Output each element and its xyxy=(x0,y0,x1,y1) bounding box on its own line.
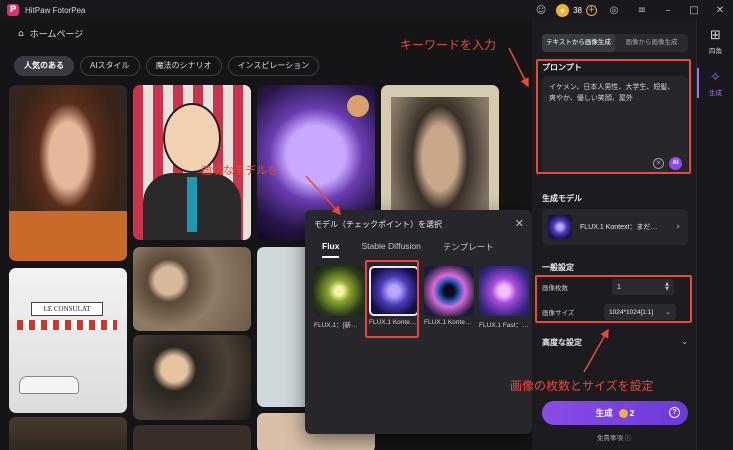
category-tabs: 人気のある AIスタイル 魔法のシナリオ インスピレーション xyxy=(14,56,325,76)
category-ai-style[interactable]: AIスタイル xyxy=(80,56,140,76)
app-window: P HitPaw FotorPea ☺ ● 38 + ◎ ≡ – □ ✕ ⌂ ホ… xyxy=(0,0,733,450)
disclaimer-link[interactable]: 免責事項 ⓘ xyxy=(532,432,696,442)
category-inspiration[interactable]: インスピレーション xyxy=(227,56,320,76)
rail-item-grid[interactable]: ⊞ 四角 xyxy=(697,28,733,55)
coin-count: 38 xyxy=(573,5,582,15)
model-list: FLUX.1：[新… FLUX.1 Konte… FLUX.1 Konte… F… xyxy=(314,266,534,329)
gallery-image[interactable] xyxy=(133,425,251,450)
prompt-highlight-box xyxy=(536,59,691,174)
planet-shape xyxy=(347,95,369,117)
menu-button[interactable]: ≡ xyxy=(629,5,655,16)
maximize-button[interactable]: □ xyxy=(681,5,707,16)
title-bar: P HitPaw FotorPea ☺ ● 38 + ◎ ≡ – □ ✕ xyxy=(0,0,733,20)
selected-model-thumbnail xyxy=(548,215,572,239)
arrow-to-prompt xyxy=(508,47,529,88)
settings-highlight-box xyxy=(535,275,692,323)
model-thumbnail xyxy=(314,266,364,316)
model-card-flux-kontext[interactable]: FLUX.1 Konte… xyxy=(424,266,474,329)
model-label: FLUX.1 Fast：… xyxy=(479,322,529,329)
minimize-button[interactable]: – xyxy=(655,5,681,16)
model-section-label: 生成モデル xyxy=(542,194,582,203)
user-icon[interactable]: ◎ xyxy=(607,3,621,17)
dialog-tabs: Flux Stable Diffusion テンプレート xyxy=(322,241,516,258)
right-rail: ⊞ 四角 ✧ 生成 xyxy=(696,20,733,450)
title-bar-controls: ☺ ● 38 + ◎ ≡ – □ ✕ xyxy=(534,0,733,20)
coin-icon: ● xyxy=(556,3,570,17)
model-highlight-box xyxy=(365,260,419,338)
home-icon: ⌂ xyxy=(18,28,24,39)
home-label: ホームページ xyxy=(29,29,84,39)
grid-icon: ⊞ xyxy=(710,28,721,43)
model-card-flux-1[interactable]: FLUX.1：[新… xyxy=(314,266,364,329)
category-magic-scenario[interactable]: 魔法のシナリオ xyxy=(145,56,222,76)
cafe-sign: LE CONSULAT xyxy=(31,302,103,316)
annotation-settings: 画像の枚数とサイズを設定 xyxy=(510,379,654,393)
model-label: FLUX.1：[新… xyxy=(314,322,358,329)
tab-image-to-image[interactable]: 画像から画像生成 xyxy=(615,34,688,52)
rail-label: 四角 xyxy=(709,48,722,55)
cafe-awning xyxy=(17,320,117,330)
gallery-image-cafe-sketch[interactable]: LE CONSULAT xyxy=(9,268,127,413)
app-title: HitPaw FotorPea xyxy=(25,5,86,15)
tab-flux[interactable]: Flux xyxy=(322,241,340,258)
help-icon[interactable]: ? xyxy=(669,407,680,418)
general-settings-label: 一般設定 xyxy=(542,263,574,272)
generate-label: 生成 xyxy=(595,408,613,418)
gallery-image-vintage-couple[interactable] xyxy=(133,247,251,331)
model-selector[interactable]: FLUX.1 Kontext：まだ… › xyxy=(542,209,688,245)
gallery-image[interactable] xyxy=(9,417,127,450)
mode-tabs: テキストから画像生成 画像から画像生成 xyxy=(542,34,688,52)
model-card-flux-fast[interactable]: FLUX.1 Fast：… xyxy=(479,266,529,329)
annotation-model: 適切なモデルを xyxy=(201,165,278,177)
dialog-title: モデル（チェックポイント）を選択 xyxy=(314,220,442,229)
app-logo-icon: P xyxy=(7,4,19,16)
dialog-close-icon[interactable]: ✕ xyxy=(515,217,524,230)
annotation-keyword: キーワードを入力 xyxy=(400,38,497,52)
tab-stable-diffusion[interactable]: Stable Diffusion xyxy=(361,241,420,258)
chevron-right-icon: › xyxy=(676,222,680,232)
model-thumbnail xyxy=(479,266,529,316)
model-thumbnail xyxy=(424,266,474,316)
gallery-image-woman-portrait[interactable] xyxy=(9,85,127,261)
advanced-settings-label: 高度な設定 xyxy=(542,338,582,347)
cartoon-tie xyxy=(187,177,197,232)
chevron-down-icon: ⌄ xyxy=(681,337,688,346)
car-shape xyxy=(19,376,79,394)
selected-model-name: FLUX.1 Kontext：まだ… xyxy=(580,224,658,231)
gallery-image-restored-couple[interactable] xyxy=(133,335,251,420)
coin-icon xyxy=(618,408,628,418)
breadcrumb[interactable]: ⌂ ホームページ xyxy=(18,27,83,40)
sparkle-icon: ✧ xyxy=(710,70,721,85)
generate-cost: 2 xyxy=(629,408,635,418)
category-popular[interactable]: 人気のある xyxy=(14,56,74,76)
rail-item-generate[interactable]: ✧ 生成 xyxy=(697,70,733,97)
advanced-settings-toggle[interactable]: 高度な設定 ⌄ xyxy=(542,337,688,348)
close-button[interactable]: ✕ xyxy=(707,5,733,16)
discord-icon[interactable]: ☺ xyxy=(534,3,548,17)
add-coins-button[interactable]: + xyxy=(586,4,597,16)
generate-button[interactable]: 生成 2 ? xyxy=(542,401,688,425)
tab-template[interactable]: テンプレート xyxy=(443,241,494,258)
rail-label: 生成 xyxy=(709,90,722,97)
tab-text-to-image[interactable]: テキストから画像生成 xyxy=(542,34,615,52)
model-label: FLUX.1 Konte… xyxy=(424,319,472,326)
